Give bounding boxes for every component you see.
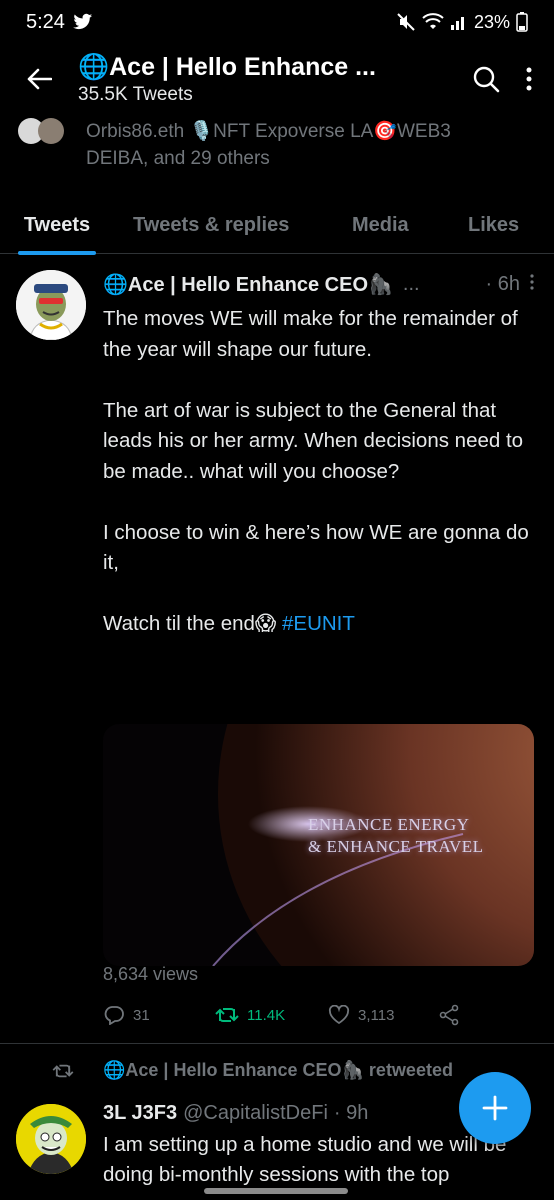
- avatar[interactable]: [16, 1104, 86, 1174]
- follower-avatars: [18, 118, 76, 152]
- battery-icon: [516, 12, 528, 32]
- profile-tabs: Tweets Tweets & replies Media Likes: [0, 196, 554, 255]
- tab-label: Tweets: [23, 213, 91, 236]
- hashtag-link[interactable]: #EUNIT: [282, 612, 355, 635]
- follower-avatar: [38, 118, 64, 144]
- share-button[interactable]: [438, 1004, 460, 1026]
- tweet[interactable]: 🌐Ace | Hello Enhance CEO🦍 ... · 6h The m…: [0, 256, 554, 1044]
- tab-likes[interactable]: Likes: [468, 196, 519, 254]
- back-button[interactable]: [0, 68, 78, 90]
- share-icon: [439, 1004, 459, 1026]
- author-name[interactable]: 🌐Ace | Hello Enhance CEO🦍: [103, 272, 393, 297]
- retweeted-by-label: 🌐Ace | Hello Enhance CEO🦍 retweeted: [103, 1060, 453, 1080]
- reply-count: 31: [133, 1006, 150, 1024]
- tab-media[interactable]: Media: [352, 196, 409, 254]
- retweet-count: 11.4K: [247, 1006, 286, 1024]
- profile-header: 🌐Ace | Hello Enhance ... 35.5K Tweets: [0, 44, 554, 114]
- followers-line-2: DEIBA, and 29 others: [86, 148, 270, 169]
- tab-tweets-replies[interactable]: Tweets & replies: [133, 196, 289, 254]
- tweet-menu-icon[interactable]: [530, 273, 534, 296]
- tweet-time[interactable]: · 6h: [486, 273, 520, 296]
- tweet-header: 🌐Ace | Hello Enhance CEO🦍 ... · 6h: [103, 272, 534, 297]
- retweet-icon: [215, 1008, 239, 1022]
- avatar[interactable]: [16, 270, 86, 340]
- profile-title: 🌐Ace | Hello Enhance ...: [78, 52, 376, 81]
- tweet-header: 3L J3F3 @CapitalistDeFi · 9h: [103, 1102, 368, 1125]
- reply-button[interactable]: 31: [103, 1004, 215, 1026]
- author-handle[interactable]: @CapitalistDeFi: [183, 1102, 328, 1125]
- retweet-icon: [52, 1064, 74, 1077]
- tab-label: Tweets & replies: [133, 213, 290, 236]
- followers-line-1: Orbis86.eth 🎙️NFT Expoverse LA🎯WEB3: [86, 121, 451, 142]
- tweet-paragraph-text: Watch til the end😱: [103, 612, 282, 635]
- retweeted-by[interactable]: 🌐Ace | Hello Enhance CEO🦍 retweeted: [52, 1060, 453, 1081]
- tweet-paragraph: I choose to win & here’s how WE are gonn…: [103, 520, 529, 575]
- tab-tweets[interactable]: Tweets: [18, 196, 96, 255]
- tweet-count: 35.5K Tweets: [78, 83, 193, 105]
- home-indicator[interactable]: [204, 1188, 348, 1194]
- overflow-menu-icon[interactable]: [526, 67, 532, 91]
- tweet-paragraph: The moves WE will make for the remainder…: [103, 307, 518, 361]
- author-name[interactable]: 3L J3F3: [103, 1102, 177, 1125]
- tweet-paragraph: The art of war is subject to the General…: [103, 398, 524, 483]
- battery-percent: 23%: [473, 11, 510, 32]
- like-count: 3,113: [358, 1006, 395, 1024]
- tweet-text: The moves WE will make for the remainder…: [103, 304, 543, 670]
- wifi-icon: [422, 13, 444, 29]
- mute-icon: [397, 13, 415, 31]
- tab-label: Likes: [468, 213, 520, 236]
- video-caption: ENHANCE ENERGY & ENHANCE TRAVEL: [308, 814, 484, 858]
- search-icon[interactable]: [472, 65, 500, 93]
- tweet-time[interactable]: · 9h: [334, 1102, 368, 1125]
- retweet-button[interactable]: 11.4K: [215, 1004, 328, 1026]
- avatar-ape-icon: [16, 270, 86, 340]
- status-bar: 5:24 23%: [0, 0, 554, 44]
- video-media[interactable]: ENHANCE ENERGY & ENHANCE TRAVEL: [103, 724, 534, 966]
- avatar-ape-icon: [16, 1104, 86, 1174]
- plus-icon: [482, 1095, 508, 1121]
- followers-you-know[interactable]: Orbis86.eth 🎙️NFT Expoverse LA🎯WEB3 DEIB…: [18, 118, 538, 172]
- view-count: 8,634 views: [103, 964, 199, 984]
- tab-label: Media: [352, 213, 409, 236]
- video-caption-line: ENHANCE ENERGY: [308, 815, 470, 834]
- twitter-bird-icon: [72, 13, 93, 30]
- name-truncation: ...: [402, 273, 420, 295]
- tweet-paragraph: Watch til the end😱 #EUNIT: [103, 609, 543, 640]
- video-caption-line: & ENHANCE TRAVEL: [308, 837, 484, 856]
- compose-tweet-button[interactable]: [459, 1072, 531, 1144]
- back-arrow-icon: [27, 68, 52, 90]
- reply-icon: [104, 1006, 124, 1025]
- like-button[interactable]: 3,113: [328, 1004, 438, 1026]
- signal-icon: [450, 17, 464, 30]
- heart-icon: [328, 1005, 350, 1025]
- tweet-actions: 31 11.4K 3,113: [103, 1004, 523, 1026]
- status-time: 5:24: [26, 10, 65, 33]
